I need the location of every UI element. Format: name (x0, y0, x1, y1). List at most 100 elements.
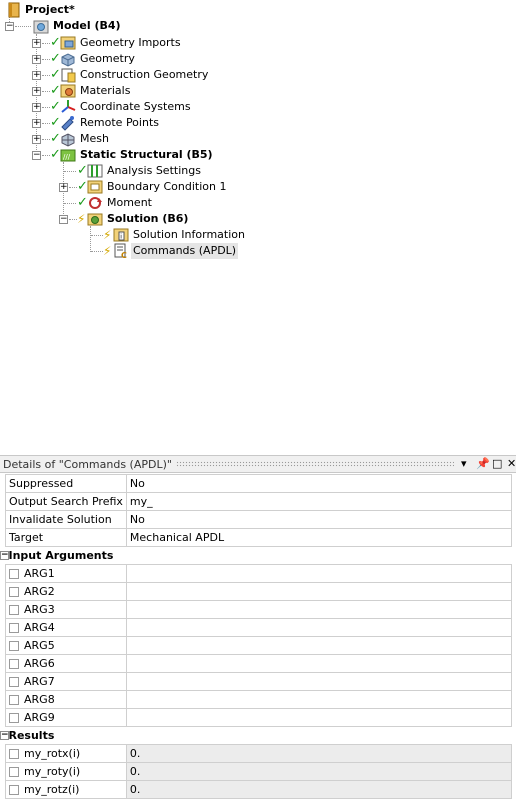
arg-checkbox[interactable] (9, 659, 19, 669)
expand-toggle[interactable]: + (32, 55, 41, 64)
arg-checkbox[interactable] (9, 641, 19, 651)
details-panel: Details of "Commands (APDL)" ▾ 📌 □ ✕ Sup… (0, 455, 516, 801)
tree-node-project[interactable]: Project* (0, 2, 200, 18)
tree-label: Model (B4) (53, 19, 121, 32)
arg-row[interactable]: ARG7 (0, 672, 513, 691)
details-title: Details of "Commands (APDL)" (3, 458, 172, 471)
tree-node-analysis-settings[interactable]: ✓ Analysis Settings (0, 163, 240, 179)
tree-node-static-structural[interactable]: − ✓ /// Static Structural (B5) (0, 147, 260, 163)
detail-row[interactable]: Target Mechanical APDL (0, 528, 513, 547)
construction-geometry-icon (61, 68, 76, 83)
result-row[interactable]: my_rotz(i) 0. (0, 780, 513, 799)
panel-grip[interactable] (176, 461, 454, 467)
expand-toggle[interactable]: + (32, 119, 41, 128)
static-structural-icon: /// (60, 149, 76, 162)
arg-value[interactable] (125, 582, 513, 601)
collapse-toggle[interactable]: − (0, 550, 9, 560)
tree-label: Boundary Condition 1 (107, 180, 227, 193)
tree-node-model[interactable]: − Model (B4) (0, 18, 220, 34)
arg-value[interactable] (125, 708, 513, 727)
arg-checkbox[interactable] (9, 623, 19, 633)
detail-key: Target (5, 528, 127, 547)
result-row[interactable]: my_rotx(i) 0. (0, 744, 513, 763)
expand-toggle[interactable]: + (32, 135, 41, 144)
arg-row[interactable]: ARG6 (0, 654, 513, 673)
tree-node-solution[interactable]: − ⚡ Solution (B6) (0, 211, 220, 227)
collapse-toggle[interactable]: − (0, 730, 9, 740)
expand-toggle[interactable]: + (32, 39, 41, 48)
maximize-icon[interactable]: □ (492, 457, 502, 471)
arg-value[interactable] (125, 690, 513, 709)
detail-key: Suppressed (5, 474, 127, 493)
group-header-results[interactable]: − Results (0, 726, 512, 745)
arg-label: ARG6 (24, 657, 55, 670)
tree-label: Analysis Settings (107, 164, 201, 177)
arg-checkbox[interactable] (9, 677, 19, 687)
svg-text:///: /// (63, 153, 71, 161)
result-value: 0. (125, 744, 513, 763)
tree-node-geometry[interactable]: + ✓ Geometry (0, 51, 240, 67)
arg-value[interactable] (125, 618, 513, 637)
arg-checkbox[interactable] (9, 605, 19, 615)
arg-checkbox[interactable] (9, 569, 19, 579)
arg-row[interactable]: ARG8 (0, 690, 513, 709)
tree-node-moment[interactable]: ✓ Moment (0, 195, 200, 211)
close-icon[interactable]: ✕ (507, 457, 516, 471)
tree-label: Static Structural (B5) (80, 148, 213, 161)
result-checkbox[interactable] (9, 749, 19, 759)
detail-row[interactable]: Suppressed No (0, 474, 513, 493)
result-row[interactable]: my_roty(i) 0. (0, 762, 513, 781)
detail-value[interactable]: Mechanical APDL (125, 528, 513, 547)
arg-value[interactable] (125, 636, 513, 655)
arg-checkbox[interactable] (9, 713, 19, 723)
arg-label: ARG8 (24, 693, 55, 706)
tree-node-mesh[interactable]: + ✓ Mesh (0, 131, 200, 147)
detail-row[interactable]: Invalidate Solution No (0, 510, 513, 529)
result-checkbox[interactable] (9, 767, 19, 777)
expand-toggle[interactable]: + (32, 71, 41, 80)
arg-row[interactable]: ARG9 (0, 708, 513, 727)
collapse-toggle[interactable]: − (5, 22, 14, 31)
arg-value[interactable] (125, 564, 513, 583)
arg-value[interactable] (125, 600, 513, 619)
collapse-toggle[interactable]: − (32, 151, 41, 160)
group-label: Input Arguments (5, 546, 512, 565)
arg-row[interactable]: ARG1 (0, 564, 513, 583)
tree-node-coordinate-systems[interactable]: + ✓ Coordinate Systems (0, 99, 240, 115)
arg-label: ARG4 (24, 621, 55, 634)
tree-node-materials[interactable]: + ✓ Materials (0, 83, 200, 99)
arg-row[interactable]: ARG4 (0, 618, 513, 637)
tree-node-boundary-condition[interactable]: + ✓ Boundary Condition 1 (0, 179, 260, 195)
pin-icon[interactable]: 📌 (476, 457, 490, 471)
group-header-input-arguments[interactable]: − Input Arguments (0, 546, 512, 565)
tree-node-geometry-imports[interactable]: + ✓ Geometry Imports (0, 35, 240, 51)
expand-toggle[interactable]: + (32, 87, 41, 96)
detail-row[interactable]: Output Search Prefix my_ (0, 492, 513, 511)
detail-value[interactable]: my_ (125, 492, 513, 511)
arg-value[interactable] (125, 654, 513, 673)
expand-toggle[interactable]: + (59, 183, 68, 192)
detail-value[interactable]: No (125, 474, 513, 493)
arg-checkbox[interactable] (9, 695, 19, 705)
tree-node-commands-apdl[interactable]: ⚡ C Commands (APDL) (0, 243, 260, 259)
detail-key: Output Search Prefix (5, 492, 127, 511)
solution-icon (87, 213, 103, 226)
arg-label: ARG3 (24, 603, 55, 616)
expand-toggle[interactable]: + (32, 103, 41, 112)
tree-node-construction-geometry[interactable]: + ✓ Construction Geometry (0, 67, 260, 83)
tree-node-solution-information[interactable]: ⚡ i Solution Information (0, 227, 260, 243)
arg-row[interactable]: ARG2 (0, 582, 513, 601)
lightning-icon: ⚡ (103, 228, 112, 242)
dropdown-icon[interactable]: ▾ (461, 457, 467, 471)
commands-icon: C (114, 243, 127, 259)
tree-node-remote-points[interactable]: + ✓ Remote Points (0, 115, 220, 131)
tree-label: Project* (25, 3, 75, 16)
detail-value[interactable]: No (125, 510, 513, 529)
arg-row[interactable]: ARG5 (0, 636, 513, 655)
collapse-toggle[interactable]: − (59, 215, 68, 224)
result-checkbox[interactable] (9, 785, 19, 795)
arg-value[interactable] (125, 672, 513, 691)
arg-checkbox[interactable] (9, 587, 19, 597)
arg-row[interactable]: ARG3 (0, 600, 513, 619)
tree-label: Solution Information (133, 228, 245, 241)
